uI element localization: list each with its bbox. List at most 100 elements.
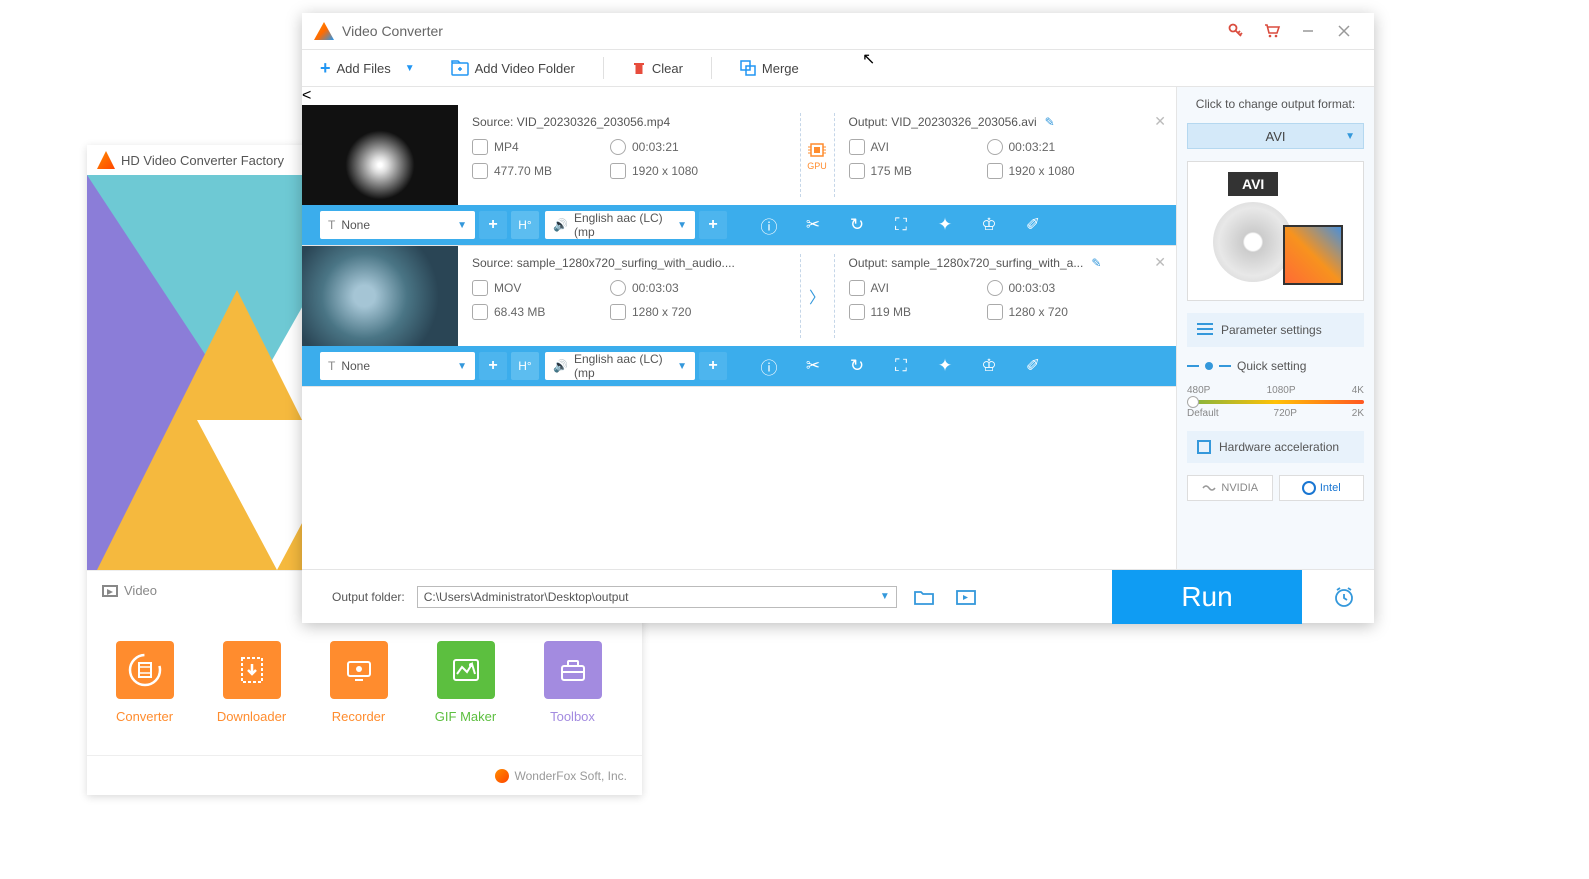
merge-button[interactable]: Merge: [732, 56, 807, 80]
downloader-icon: [223, 641, 281, 699]
src-format: MOV: [494, 281, 521, 295]
tile-recorder[interactable]: Recorder: [311, 625, 406, 740]
subtitle-value: None: [341, 359, 370, 373]
trim-button[interactable]: ✂: [791, 205, 835, 245]
schedule-button[interactable]: [1314, 570, 1374, 624]
tick: 4K: [1352, 385, 1364, 396]
src-duration: 00:03:03: [632, 281, 679, 295]
minimize-button[interactable]: [1290, 17, 1326, 45]
intel-chip[interactable]: Intel: [1279, 475, 1365, 501]
audio-select[interactable]: 🔊English aac (LC) (mp▼: [545, 211, 695, 239]
subtitle-select[interactable]: TNone▼: [320, 352, 475, 380]
key-button[interactable]: [1218, 17, 1254, 45]
audio-select[interactable]: 🔊English aac (LC) (mp▼: [545, 352, 695, 380]
intel-label: Intel: [1320, 482, 1341, 494]
close-button[interactable]: [1326, 17, 1362, 45]
tile-gif-maker[interactable]: GIF Maker: [418, 625, 513, 740]
tile-converter[interactable]: Converter: [97, 625, 192, 740]
crop-button[interactable]: ⛶: [879, 346, 923, 386]
add-audio-button[interactable]: +: [699, 352, 727, 380]
format-dropdown[interactable]: AVI ▼: [1187, 123, 1364, 149]
out-resolution: 1280 x 720: [1009, 305, 1068, 319]
queue-list: < ✕ Source: VID_20230326_203056.mp4 MP4 …: [302, 87, 1176, 569]
format-icon: [472, 280, 488, 296]
video-thumbnail[interactable]: [302, 105, 458, 205]
subtitle-icon: T: [328, 359, 335, 373]
titlebar[interactable]: Video Converter: [302, 13, 1374, 49]
tile-label: Toolbox: [550, 709, 595, 724]
output-info: Output: sample_1280x720_surfing_with_a..…: [835, 246, 1177, 346]
hardsub-button[interactable]: H°: [511, 211, 539, 239]
tile-downloader[interactable]: Downloader: [204, 625, 299, 740]
out-duration: 00:03:21: [1009, 140, 1056, 154]
output-path: C:\Users\Administrator\Desktop\output: [424, 590, 629, 604]
rotate-button[interactable]: ↻: [835, 205, 879, 245]
quality-slider[interactable]: 480P 1080P 4K Default 720P 2K: [1187, 385, 1364, 419]
chip-icon: [1197, 440, 1211, 454]
launcher-tiles: Converter Downloader Recorder GIF Maker …: [87, 610, 642, 740]
parameter-settings-button[interactable]: Parameter settings: [1187, 313, 1364, 347]
slider-thumb[interactable]: [1187, 396, 1199, 408]
divider: [711, 57, 712, 79]
watermark-button[interactable]: ♔: [967, 346, 1011, 386]
add-files-button[interactable]: + Add Files ▼: [312, 54, 423, 83]
remove-item-button[interactable]: ✕: [1154, 254, 1166, 271]
output-info: Output: VID_20230326_203056.avi✎ AVI 00:…: [835, 105, 1177, 205]
main-area: < ✕ Source: VID_20230326_203056.mp4 MP4 …: [302, 87, 1374, 569]
run-button[interactable]: Run: [1112, 570, 1302, 624]
launcher-tab-video[interactable]: Video: [124, 583, 157, 598]
tile-toolbox[interactable]: Toolbox: [525, 625, 620, 740]
nvidia-icon: [1201, 482, 1217, 494]
chevron-down-icon: ▼: [405, 63, 415, 74]
add-folder-button[interactable]: Add Video Folder: [443, 56, 583, 80]
watermark-button[interactable]: ♔: [967, 205, 1011, 245]
size-icon: [849, 304, 865, 320]
plus-icon: +: [320, 58, 331, 79]
effects-button[interactable]: ✦: [923, 205, 967, 245]
slider-track[interactable]: [1187, 400, 1364, 404]
add-subtitle-button[interactable]: +: [479, 352, 507, 380]
add-subtitle-button[interactable]: +: [479, 211, 507, 239]
chevron-down-icon: ▼: [1345, 131, 1355, 142]
tick: 480P: [1187, 385, 1210, 396]
add-folder-label: Add Video Folder: [475, 61, 575, 76]
disc-icon: [1213, 202, 1293, 282]
nvidia-chip[interactable]: NVIDIA: [1187, 475, 1273, 501]
bottom-bar: Output folder: C:\Users\Administrator\De…: [302, 569, 1374, 623]
param-label: Parameter settings: [1221, 323, 1322, 337]
format-preview-button[interactable]: AVI: [1187, 161, 1364, 301]
subtitle-icon: T: [328, 218, 335, 232]
video-thumbnail[interactable]: [302, 246, 458, 346]
chevron-down-icon: ▼: [457, 220, 467, 231]
queue-item: ✕ Source: VID_20230326_203056.mp4 MP4 00…: [302, 105, 1176, 246]
subtitle-select[interactable]: TNone▼: [320, 211, 475, 239]
open-output-button[interactable]: [951, 584, 981, 610]
clock-icon: [610, 280, 626, 296]
output-folder-input[interactable]: C:\Users\Administrator\Desktop\output ▼: [417, 586, 897, 608]
size-icon: [849, 163, 865, 179]
hardware-accel-button[interactable]: Hardware acceleration: [1187, 431, 1364, 463]
clear-button[interactable]: Clear: [624, 56, 691, 80]
remove-item-button[interactable]: ✕: [1154, 113, 1166, 130]
info-button[interactable]: ⓘ: [747, 346, 791, 386]
clock-icon: [987, 280, 1003, 296]
tick: 1080P: [1267, 385, 1296, 396]
merge-icon: [740, 60, 756, 76]
info-button[interactable]: ⓘ: [747, 205, 791, 245]
cart-button[interactable]: [1254, 17, 1290, 45]
trim-button[interactable]: ✂: [791, 346, 835, 386]
edit-button[interactable]: ✐: [1011, 346, 1055, 386]
edit-button[interactable]: ✐: [1011, 205, 1055, 245]
rotate-button[interactable]: ↻: [835, 346, 879, 386]
add-audio-button[interactable]: +: [699, 211, 727, 239]
format-icon: [849, 139, 865, 155]
edit-output-button[interactable]: ✎: [1045, 115, 1055, 129]
crop-button[interactable]: ⛶: [879, 205, 923, 245]
nvidia-label: NVIDIA: [1221, 482, 1258, 494]
effects-button[interactable]: ✦: [923, 346, 967, 386]
tile-label: GIF Maker: [435, 709, 496, 724]
edit-output-button[interactable]: ✎: [1091, 256, 1101, 270]
hardsub-button[interactable]: H°: [511, 352, 539, 380]
tile-label: Converter: [116, 709, 173, 724]
open-folder-button[interactable]: [909, 584, 939, 610]
